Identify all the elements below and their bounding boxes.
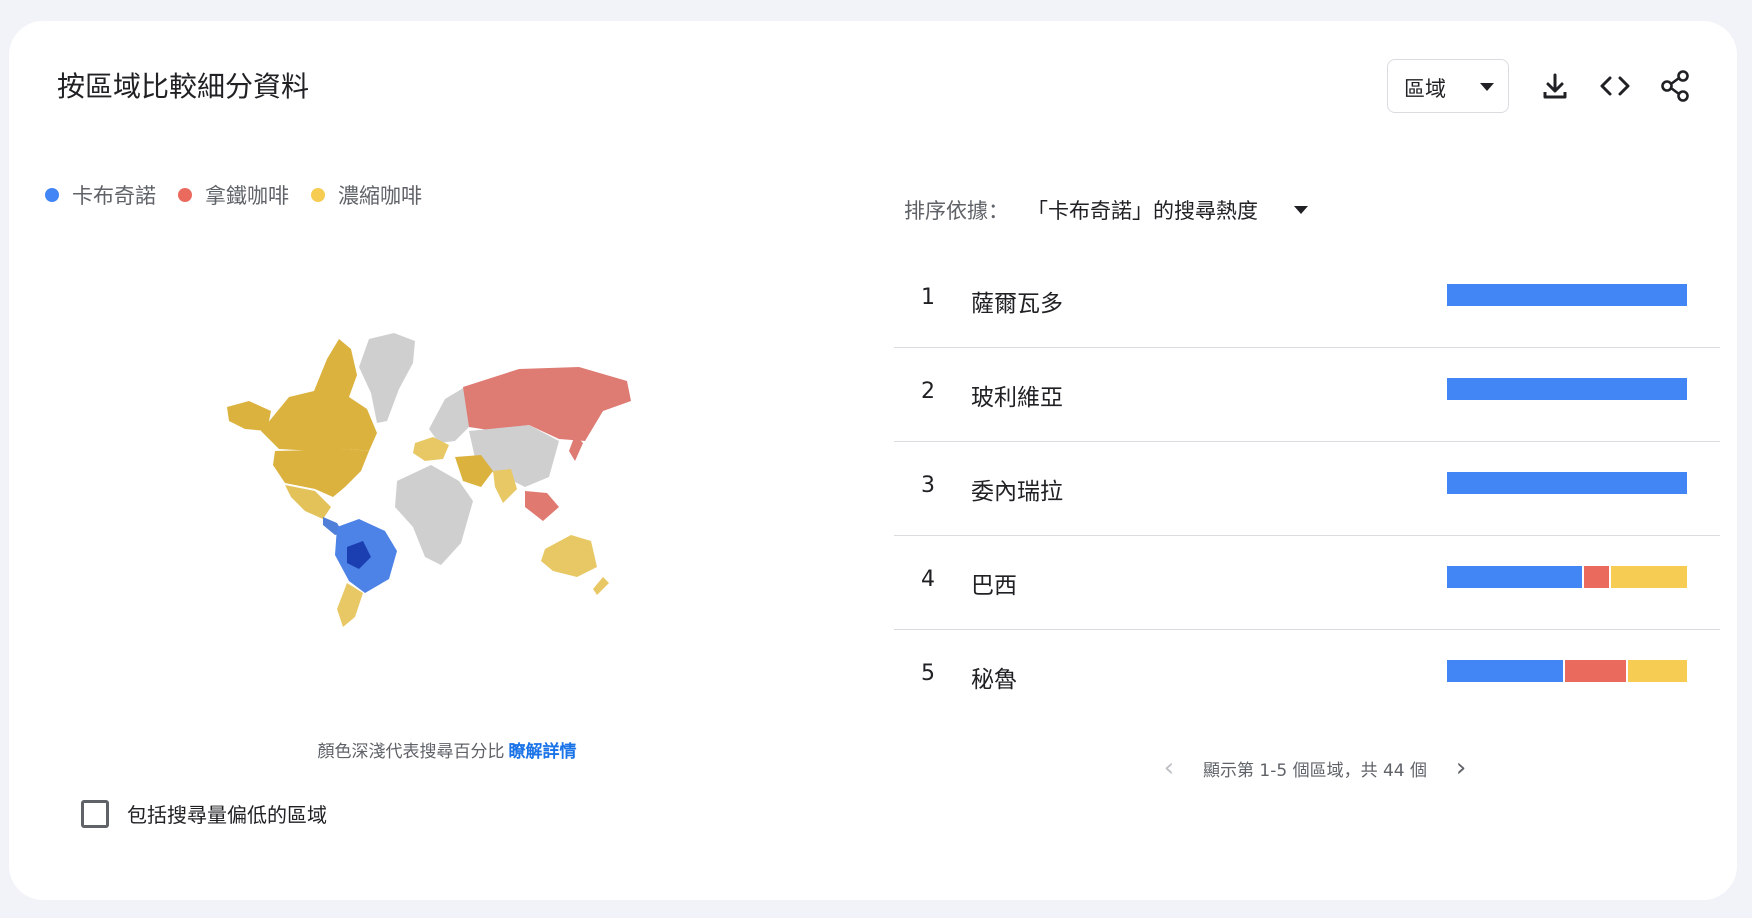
region-name[interactable]: 委內瑞拉 — [971, 472, 1063, 506]
rank-number: 2 — [921, 379, 935, 404]
map-region-greenland[interactable] — [359, 333, 415, 423]
region-level-dropdown[interactable]: 區域 — [1387, 59, 1509, 113]
map-region-canada[interactable] — [261, 339, 377, 451]
map-region-new-zealand[interactable] — [593, 577, 609, 595]
share-bar — [1447, 472, 1687, 494]
region-name[interactable]: 薩爾瓦多 — [971, 284, 1063, 318]
sort-selector[interactable]: 排序依據： 「卡布奇諾」的搜尋熱度 — [904, 195, 1308, 225]
map-region-southeast-asia[interactable] — [525, 491, 559, 521]
pagination: ‹ 顯示第 1-5 個區域，共 44 個 › — [1149, 753, 1481, 783]
share-icon — [1661, 70, 1689, 102]
ranking-row[interactable]: 3 委內瑞拉 — [894, 442, 1720, 536]
dropdown-caret-icon — [1480, 83, 1494, 91]
share-segment-cappuccino — [1447, 284, 1687, 306]
dropdown-caret-icon[interactable] — [1294, 206, 1308, 214]
sort-prefix: 排序依據： — [904, 199, 1009, 223]
legend-item-espresso: 濃縮咖啡 — [311, 180, 422, 210]
map-caption: 顏色深淺代表搜尋百分比 瞭解詳情 — [9, 737, 885, 762]
world-map[interactable] — [219, 331, 679, 631]
ranking-row[interactable]: 2 玻利維亞 — [894, 348, 1720, 442]
rank-number: 5 — [921, 661, 935, 686]
share-segment-espresso — [1611, 566, 1687, 588]
map-legend: 卡布奇諾 拿鐵咖啡 濃縮咖啡 — [45, 180, 444, 210]
include-low-volume-checkbox[interactable] — [81, 799, 109, 828]
legend-label: 卡布奇諾 — [72, 184, 156, 208]
share-bar — [1447, 284, 1687, 306]
include-low-volume-label: 包括搜尋量偏低的區域 — [127, 803, 327, 827]
ranking-row[interactable]: 5 秘魯 — [894, 630, 1720, 724]
share-segment-cappuccino — [1447, 378, 1687, 400]
share-segment-latte — [1564, 660, 1626, 682]
rank-number: 1 — [921, 285, 935, 310]
share-segment-cappuccino — [1447, 660, 1563, 682]
share-bar — [1447, 566, 1687, 588]
map-region-africa[interactable] — [395, 465, 473, 565]
share-segment-espresso — [1628, 660, 1687, 682]
rank-number: 4 — [921, 567, 935, 592]
legend-item-latte: 拿鐵咖啡 — [178, 180, 289, 210]
download-button[interactable] — [1533, 64, 1577, 108]
region-name[interactable]: 玻利維亞 — [971, 378, 1063, 412]
legend-label: 濃縮咖啡 — [338, 184, 422, 208]
download-icon — [1543, 73, 1567, 99]
share-bar — [1447, 660, 1687, 682]
share-bar — [1447, 378, 1687, 400]
share-button[interactable] — [1653, 64, 1697, 108]
embed-button[interactable] — [1593, 64, 1637, 108]
chevron-left-icon[interactable]: ‹ — [1149, 753, 1189, 783]
share-segment-latte — [1583, 566, 1610, 588]
compare-by-region-card: 按區域比較細分資料 區域 卡布奇諾 拿鐵咖啡 濃縮咖啡 顏色深淺代表搜尋百分比 … — [9, 21, 1737, 900]
ranking-row[interactable]: 4 巴西 — [894, 536, 1720, 630]
region-ranking-list: 1 薩爾瓦多 2 玻利維亞 3 委內瑞拉 4 巴西 5 秘魯 — [894, 254, 1720, 724]
legend-dot-icon — [45, 188, 59, 202]
map-region-alaska[interactable] — [227, 401, 271, 431]
ranking-row[interactable]: 1 薩爾瓦多 — [894, 254, 1720, 348]
rank-number: 3 — [921, 473, 935, 498]
map-region-southern-cone[interactable] — [337, 583, 363, 627]
pagination-text: 顯示第 1-5 個區域，共 44 個 — [1203, 760, 1428, 781]
map-caption-text: 顏色深淺代表搜尋百分比 — [317, 742, 505, 762]
sort-value[interactable]: 「卡布奇諾」的搜尋熱度 — [1027, 195, 1258, 225]
region-name[interactable]: 巴西 — [971, 566, 1017, 600]
region-name[interactable]: 秘魯 — [971, 660, 1017, 694]
legend-label: 拿鐵咖啡 — [205, 184, 289, 208]
chevron-right-icon[interactable]: › — [1441, 753, 1481, 783]
map-region-australia[interactable] — [541, 535, 597, 577]
region-level-label: 區域 — [1404, 77, 1446, 101]
include-low-volume-row[interactable]: 包括搜尋量偏低的區域 — [81, 799, 327, 828]
legend-dot-icon — [178, 188, 192, 202]
share-segment-cappuccino — [1447, 472, 1687, 494]
legend-item-cappuccino: 卡布奇諾 — [45, 180, 156, 210]
share-segment-cappuccino — [1447, 566, 1582, 588]
embed-code-icon — [1600, 76, 1630, 96]
learn-more-link[interactable]: 瞭解詳情 — [509, 742, 577, 762]
panel-title: 按區域比較細分資料 — [57, 70, 310, 103]
legend-dot-icon — [311, 188, 325, 202]
